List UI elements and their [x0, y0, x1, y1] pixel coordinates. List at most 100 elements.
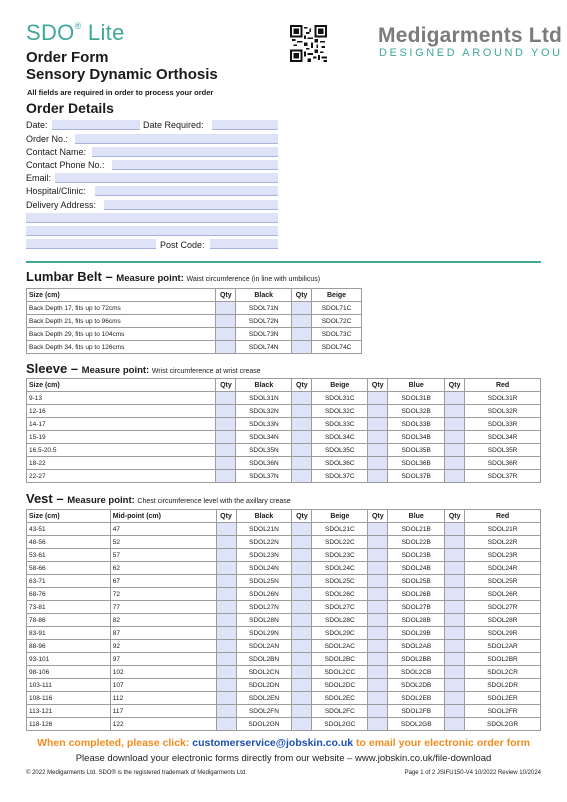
qty-input[interactable] — [367, 704, 389, 718]
qty-input[interactable] — [444, 678, 466, 692]
qty-input[interactable] — [291, 327, 313, 341]
qty-input[interactable] — [291, 587, 313, 601]
qty-input[interactable] — [215, 626, 237, 640]
qty-input[interactable] — [291, 652, 313, 666]
qty-input[interactable] — [291, 665, 313, 679]
qty-input[interactable] — [215, 301, 237, 315]
qty-input[interactable] — [444, 404, 466, 418]
qty-input[interactable] — [215, 704, 237, 718]
qty-input[interactable] — [291, 613, 313, 627]
qty-input[interactable] — [444, 430, 466, 444]
qty-input[interactable] — [291, 391, 313, 405]
qty-input[interactable] — [291, 456, 313, 470]
qty-input[interactable] — [367, 456, 389, 470]
qty-input[interactable] — [215, 535, 237, 549]
qty-input[interactable] — [367, 717, 389, 731]
qty-input[interactable] — [215, 587, 237, 601]
date-field[interactable] — [52, 120, 140, 130]
hospital-field[interactable] — [95, 186, 278, 196]
qty-input[interactable] — [215, 417, 237, 431]
qty-input[interactable] — [444, 691, 466, 705]
qty-input[interactable] — [215, 548, 237, 562]
qty-input[interactable] — [444, 456, 466, 470]
qty-input[interactable] — [291, 626, 313, 640]
qty-input[interactable] — [367, 678, 389, 692]
qty-input[interactable] — [444, 535, 466, 549]
qty-input[interactable] — [291, 561, 313, 575]
qty-input[interactable] — [444, 717, 466, 731]
qty-input[interactable] — [291, 301, 313, 315]
qty-input[interactable] — [367, 613, 389, 627]
qty-input[interactable] — [444, 522, 466, 536]
qty-input[interactable] — [291, 691, 313, 705]
qty-input[interactable] — [367, 561, 389, 575]
qty-input[interactable] — [215, 522, 237, 536]
qty-input[interactable] — [367, 404, 389, 418]
qty-input[interactable] — [367, 665, 389, 679]
post-code-field[interactable] — [210, 239, 278, 249]
qty-input[interactable] — [215, 456, 237, 470]
delivery-address-field-2[interactable] — [26, 213, 278, 223]
qty-input[interactable] — [215, 404, 237, 418]
contact-phone-field[interactable] — [112, 160, 278, 170]
qty-input[interactable] — [215, 327, 237, 341]
qty-input[interactable] — [291, 430, 313, 444]
qty-input[interactable] — [367, 522, 389, 536]
delivery-address-field-4[interactable] — [26, 239, 156, 249]
qty-input[interactable] — [215, 717, 237, 731]
qty-input[interactable] — [367, 639, 389, 653]
qty-input[interactable] — [215, 561, 237, 575]
qty-input[interactable] — [444, 561, 466, 575]
qty-input[interactable] — [444, 639, 466, 653]
qty-input[interactable] — [367, 652, 389, 666]
qty-input[interactable] — [291, 340, 313, 354]
qty-input[interactable] — [291, 314, 313, 328]
qty-input[interactable] — [444, 587, 466, 601]
email-link[interactable]: customerservice@jobskin.co.uk — [192, 737, 353, 749]
qty-input[interactable] — [367, 600, 389, 614]
qty-input[interactable] — [291, 522, 313, 536]
qty-input[interactable] — [215, 391, 237, 405]
qty-input[interactable] — [444, 469, 466, 483]
qty-input[interactable] — [444, 391, 466, 405]
qty-input[interactable] — [367, 535, 389, 549]
qty-input[interactable] — [291, 704, 313, 718]
qty-input[interactable] — [215, 314, 237, 328]
qty-input[interactable] — [215, 652, 237, 666]
qty-input[interactable] — [367, 417, 389, 431]
qty-input[interactable] — [444, 652, 466, 666]
qty-input[interactable] — [367, 548, 389, 562]
qty-input[interactable] — [215, 665, 237, 679]
qty-input[interactable] — [215, 678, 237, 692]
qty-input[interactable] — [444, 574, 466, 588]
qty-input[interactable] — [215, 639, 237, 653]
qty-input[interactable] — [291, 639, 313, 653]
qty-input[interactable] — [291, 548, 313, 562]
date-required-field[interactable] — [212, 120, 278, 130]
qty-input[interactable] — [291, 404, 313, 418]
qty-input[interactable] — [367, 430, 389, 444]
qty-input[interactable] — [291, 678, 313, 692]
qty-input[interactable] — [444, 417, 466, 431]
qty-input[interactable] — [444, 626, 466, 640]
qty-input[interactable] — [291, 574, 313, 588]
qty-input[interactable] — [291, 717, 313, 731]
qty-input[interactable] — [291, 600, 313, 614]
delivery-address-field-3[interactable] — [26, 226, 278, 236]
delivery-address-field-1[interactable] — [104, 200, 278, 210]
qty-input[interactable] — [367, 626, 389, 640]
qty-input[interactable] — [444, 600, 466, 614]
qty-input[interactable] — [444, 443, 466, 457]
qty-input[interactable] — [215, 600, 237, 614]
qty-input[interactable] — [367, 469, 389, 483]
qty-input[interactable] — [367, 587, 389, 601]
contact-name-field[interactable] — [92, 147, 278, 157]
qty-input[interactable] — [367, 691, 389, 705]
qty-input[interactable] — [444, 613, 466, 627]
qty-input[interactable] — [291, 417, 313, 431]
order-no-field[interactable] — [75, 134, 278, 144]
qty-input[interactable] — [444, 704, 466, 718]
qty-input[interactable] — [367, 391, 389, 405]
qty-input[interactable] — [291, 469, 313, 483]
qty-input[interactable] — [215, 430, 237, 444]
